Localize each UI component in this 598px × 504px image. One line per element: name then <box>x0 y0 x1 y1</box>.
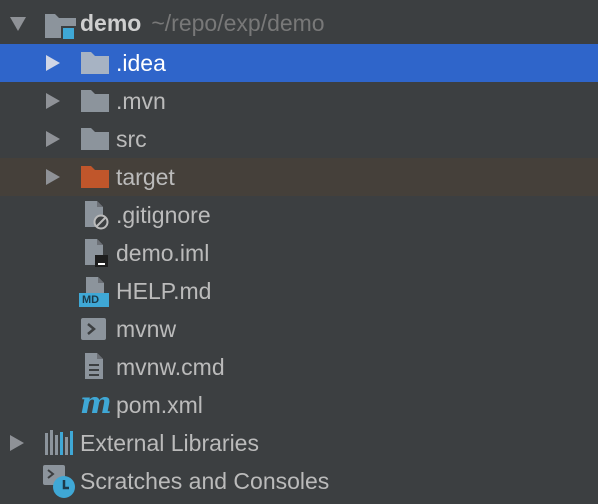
tree-item-help-md[interactable]: MD HELP.md <box>0 272 598 310</box>
tree-item-src[interactable]: src <box>0 120 598 158</box>
excluded-folder-icon <box>80 164 110 190</box>
iml-file-icon <box>82 238 110 268</box>
collapse-arrow-icon[interactable] <box>10 17 26 31</box>
tree-item-label: .mvn <box>116 88 166 114</box>
tree-root-demo[interactable]: demo ~/repo/exp/demo <box>0 5 598 43</box>
scratches-icon <box>42 464 76 500</box>
tree-item-label: target <box>116 164 175 190</box>
expand-arrow-icon[interactable] <box>46 93 60 109</box>
tree-item-label: External Libraries <box>80 430 259 456</box>
ignore-file-icon <box>82 200 110 230</box>
markdown-badge-text: MD <box>82 294 100 306</box>
tree-item-label: Scratches and Consoles <box>80 468 330 494</box>
tree-item-target[interactable]: target <box>0 158 598 196</box>
tree-item-label: .idea <box>116 50 166 76</box>
tree-item-label: demo.iml <box>116 240 210 266</box>
tree-item-demo-iml[interactable]: demo.iml <box>0 234 598 272</box>
tree-item-label: mvnw.cmd <box>116 354 225 380</box>
project-path: ~/repo/exp/demo <box>151 10 325 36</box>
tree-item-mvn[interactable]: .mvn <box>0 82 598 120</box>
maven-icon: m <box>80 386 112 421</box>
folder-icon <box>80 126 110 152</box>
tree-item-label: mvnw <box>116 316 177 342</box>
libraries-icon <box>44 429 74 457</box>
tree-item-scratches-and-consoles[interactable]: Scratches and Consoles <box>0 462 598 500</box>
project-tree: demo ~/repo/exp/demo .idea .mvn src targe… <box>0 0 598 504</box>
project-name: demo <box>80 10 142 36</box>
expand-arrow-icon[interactable] <box>46 131 60 147</box>
module-folder-icon <box>44 11 78 41</box>
expand-arrow-icon[interactable] <box>46 55 60 71</box>
folder-icon <box>80 50 110 76</box>
expand-arrow-icon[interactable] <box>46 169 60 185</box>
folder-icon <box>80 88 110 114</box>
tree-item-idea[interactable]: .idea <box>0 44 598 82</box>
tree-item-external-libraries[interactable]: External Libraries <box>0 424 598 462</box>
tree-item-pom-xml[interactable]: m pom.xml <box>0 386 598 424</box>
shell-script-icon <box>80 316 108 342</box>
tree-item-label: HELP.md <box>116 278 212 304</box>
tree-item-label: src <box>116 126 147 152</box>
tree-item-gitignore[interactable]: .gitignore <box>0 196 598 234</box>
tree-item-mvnw[interactable]: mvnw <box>0 310 598 348</box>
tree-item-mvnw-cmd[interactable]: mvnw.cmd <box>0 348 598 386</box>
text-file-icon <box>82 352 110 382</box>
expand-arrow-icon[interactable] <box>10 435 24 451</box>
tree-item-label: .gitignore <box>116 202 211 228</box>
tree-item-label: pom.xml <box>116 392 203 418</box>
